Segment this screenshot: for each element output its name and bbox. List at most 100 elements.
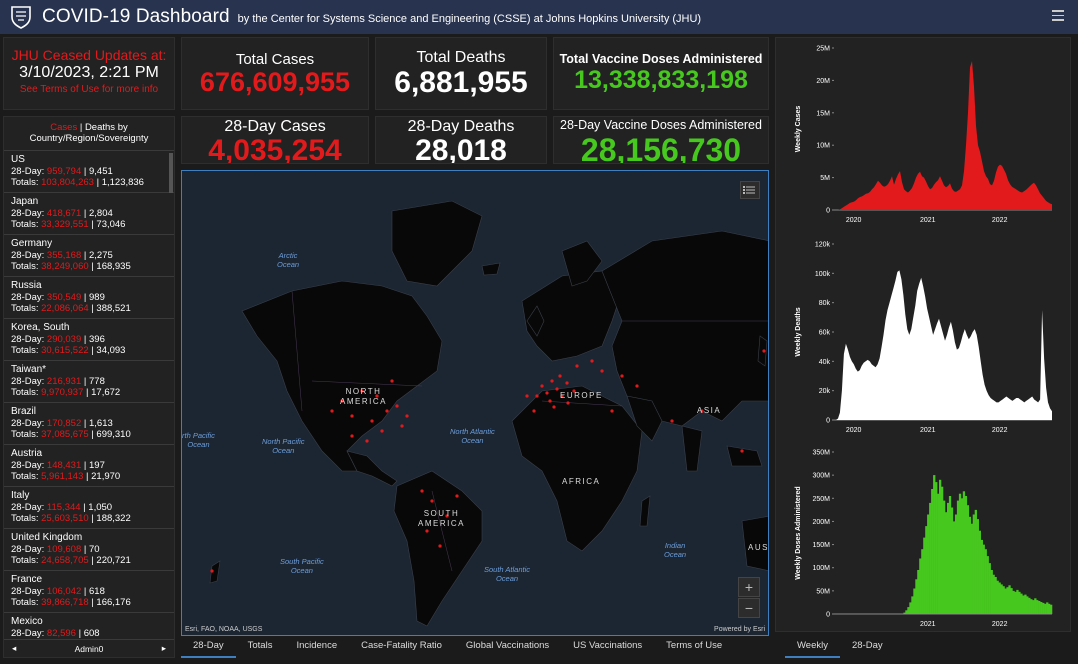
tab-totals[interactable]: Totals (236, 636, 285, 658)
world-map[interactable]: Arctic Ocean rth Pacific Ocean North Pacif… (181, 170, 769, 636)
label-28day: 28-Day: (11, 334, 47, 345)
country-name: Brazil (11, 406, 37, 417)
weekly-charts: 05M10M15M20M25MWeekly Cases2020 2021 20220… (795, 46, 1053, 628)
case-marker (550, 379, 554, 383)
country-list-panel: Cases | Deaths by Country/Region/Soverei… (3, 116, 175, 658)
list-item[interactable]: Germany 28-Day: 355,168 | 2,275 Totals: 38… (4, 235, 174, 277)
zoom-out-button[interactable]: − (738, 598, 760, 618)
zoom-in-button[interactable]: + (738, 577, 760, 597)
list-scrollbar[interactable] (169, 151, 174, 451)
bar (855, 613, 859, 614)
chart-tab-28-day[interactable]: 28-Day (840, 636, 895, 658)
menu-icon[interactable] (1052, 10, 1064, 22)
next-arrow-icon[interactable]: ▸ (162, 643, 166, 654)
y-axis-title: Weekly Cases (795, 106, 802, 153)
country-list[interactable]: US 28-Day: 959,794 | 9,451 Totals: 103,804… (4, 151, 174, 655)
bar (841, 613, 845, 614)
tab-us-vaccinations[interactable]: US Vaccinations (561, 636, 654, 658)
tab-terms-of-use[interactable]: Terms of Use (654, 636, 734, 658)
case-marker (565, 381, 569, 385)
series-area (834, 270, 1052, 420)
cases-total: 33,329,551 (41, 219, 89, 230)
bar (996, 580, 999, 614)
case-marker (385, 409, 389, 413)
separator: | (75, 628, 84, 639)
country-name: Russia (11, 280, 42, 291)
list-item[interactable]: Taiwan* 28-Day: 216,931 | 778 Totals: 9,97… (4, 361, 174, 403)
y-tick-label: 200M (812, 519, 830, 526)
bar (982, 544, 985, 614)
cases-28day: 355,168 (46, 250, 82, 261)
total-deaths-label: Total Deaths (416, 49, 506, 66)
list-item[interactable]: Japan 28-Day: 418,671 | 2,804 Totals: 33,3… (4, 193, 174, 235)
tab-28-day[interactable]: 28-Day (181, 636, 236, 658)
case-marker (558, 374, 562, 378)
label-28day: 28-Day: (11, 628, 47, 639)
list-item[interactable]: Italy 28-Day: 115,344 | 1,050 Totals: 25,6… (4, 487, 174, 529)
total-vaccine-label: Total Vaccine Doses Administered (559, 52, 763, 66)
cases-28day: 82,596 (46, 628, 76, 639)
country-name: Italy (11, 490, 30, 501)
total-vaccine-value: 13,338,833,198 (574, 66, 748, 94)
bar (1006, 587, 1009, 614)
cases-total: 24,658,705 (41, 555, 89, 566)
list-item[interactable]: Russia 28-Day: 350,549 | 989 Totals: 22,08… (4, 277, 174, 319)
list-item[interactable]: United Kingdom 28-Day: 109,608 | 70 Totals… (4, 529, 174, 571)
list-item[interactable]: US 28-Day: 959,794 | 9,451 Totals: 103,804… (4, 151, 174, 193)
tab-global-vaccinations[interactable]: Global Vaccinations (454, 636, 561, 658)
notice-terms-link[interactable]: See Terms of Use for more info (4, 84, 174, 95)
cases-28day: 216,931 (46, 376, 82, 387)
powered-by-esri[interactable]: Powered by Esri (714, 626, 765, 633)
map-canvas (182, 171, 768, 635)
bar (1040, 602, 1043, 614)
list-item[interactable]: France 28-Day: 106,042 | 618 Totals: 39,86… (4, 571, 174, 613)
bar (974, 509, 977, 614)
y-tick-label: 20k (819, 388, 831, 395)
cases-total: 39,866,718 (41, 597, 89, 608)
label-totals: Totals: (11, 471, 42, 482)
tab-case-fatality-ratio[interactable]: Case-Fatality Ratio (349, 636, 454, 658)
deaths-total: 34,093 (96, 345, 126, 356)
bar (1008, 585, 1011, 614)
case-marker (532, 409, 536, 413)
bar (935, 482, 938, 614)
y-tick-label: 0 (826, 208, 830, 215)
label-npac-left: rth Pacific Ocean (182, 431, 215, 449)
separator: | (81, 334, 89, 345)
deaths-total: 1,123,836 (101, 177, 144, 188)
case-marker (380, 429, 384, 433)
case-marker (400, 424, 404, 428)
legend-list-icon[interactable] (740, 181, 760, 199)
separator: | (81, 292, 89, 303)
list-item[interactable]: Brazil 28-Day: 170,852 | 1,613 Totals: 37,… (4, 403, 174, 445)
deaths-28day: 9,451 (89, 166, 113, 177)
case-marker (590, 359, 594, 363)
bar (1026, 596, 1029, 614)
deaths-total: 388,521 (96, 303, 131, 314)
list-item[interactable]: Korea, South 28-Day: 290,039 | 396 Totals:… (4, 319, 174, 361)
label-asia: ASIA (697, 406, 722, 415)
case-marker (420, 489, 424, 493)
case-marker (635, 384, 639, 388)
list-item[interactable]: Austria 28-Day: 148,431 | 197 Totals: 5,96… (4, 445, 174, 487)
bar (943, 500, 946, 614)
deaths-total: 21,970 (91, 471, 121, 482)
bar (895, 613, 898, 614)
label-28day: 28-Day: (11, 250, 47, 261)
dashboard-title: COVID-19 Dashboard (42, 6, 230, 27)
bar (976, 519, 979, 614)
separator: | (81, 208, 89, 219)
prev-arrow-icon[interactable]: ◂ (12, 643, 16, 654)
case-marker (455, 494, 459, 498)
label-totals: Totals: (11, 555, 42, 566)
deaths-total: 166,176 (96, 597, 131, 608)
bar (1038, 601, 1041, 614)
deaths-total: 168,935 (96, 261, 131, 272)
y-tick-label: 0 (826, 418, 830, 425)
chart-tab-weekly[interactable]: Weekly (785, 636, 840, 658)
cases-total: 25,603,510 (41, 513, 89, 524)
country-list-header: Cases | Deaths by Country/Region/Soverei… (4, 117, 174, 151)
tab-incidence[interactable]: Incidence (284, 636, 349, 658)
list-footer: ◂ Admin0 ▸ (4, 639, 174, 657)
bar (1030, 599, 1033, 614)
